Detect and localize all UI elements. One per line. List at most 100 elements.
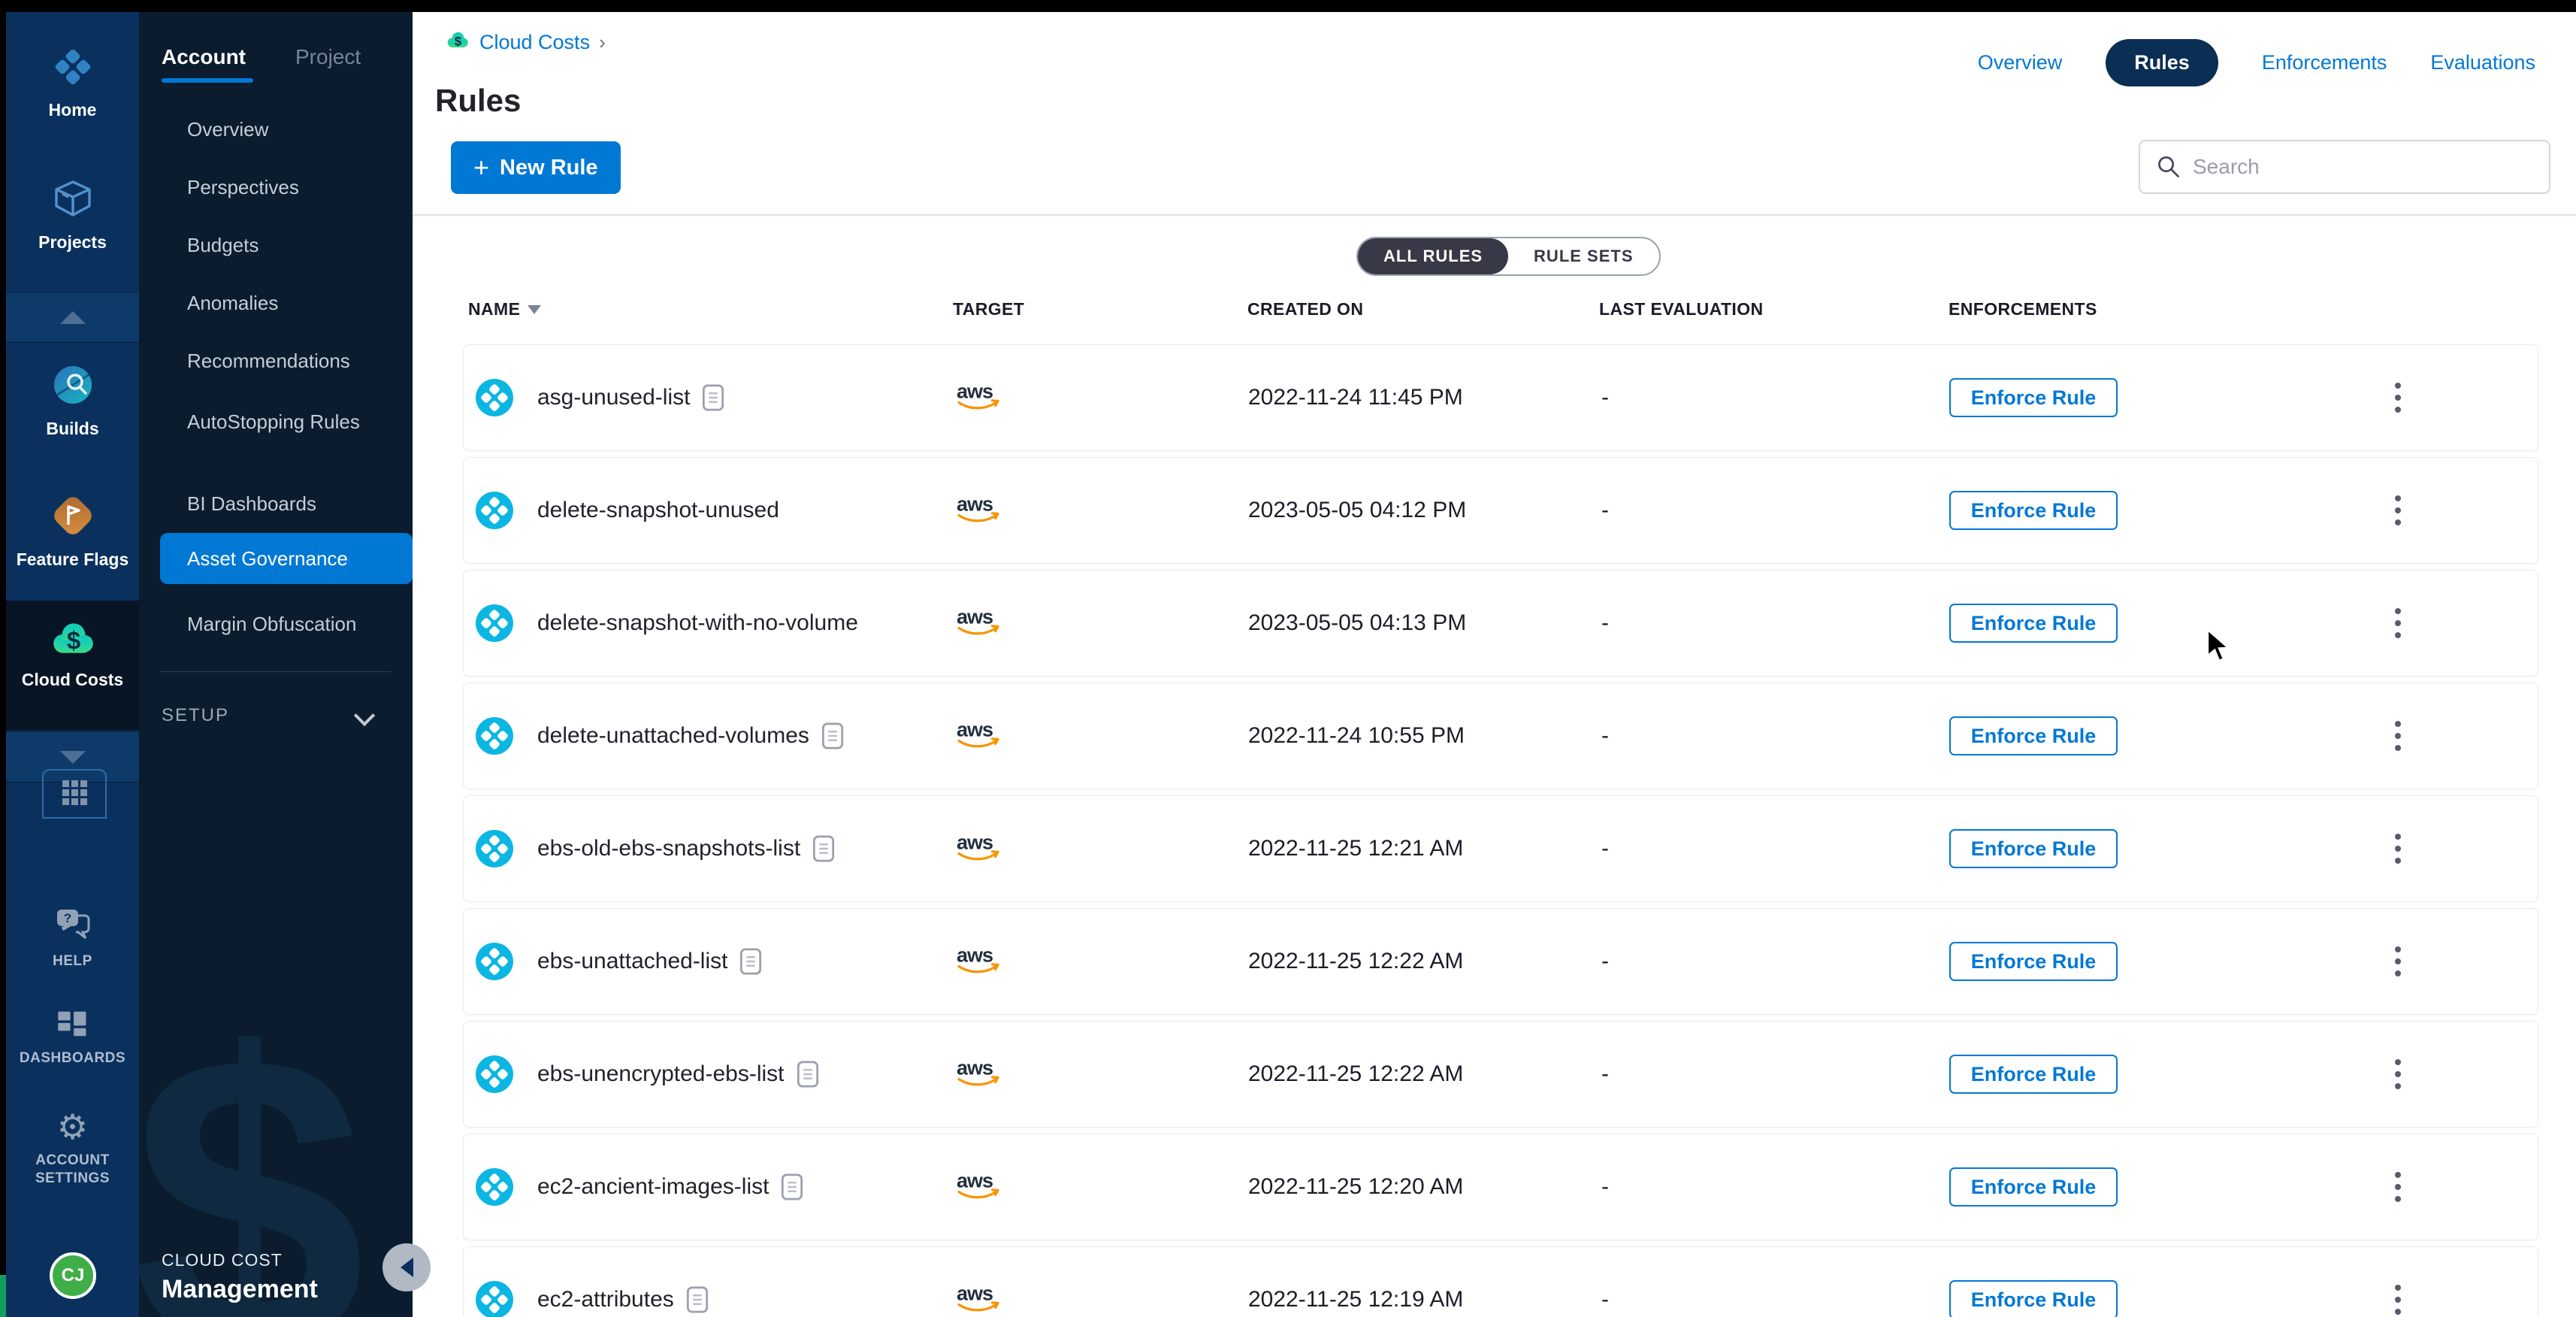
sidebar-item-margin-obfuscation[interactable]: Margin Obfuscation [187, 613, 356, 636]
user-avatar[interactable]: CJ [50, 1252, 96, 1299]
breadcrumb-cloud-costs-link[interactable]: Cloud Costs [479, 31, 590, 54]
sidebar-collapse-handle[interactable] [382, 1243, 431, 1291]
rule-description-icon[interactable] [821, 722, 844, 750]
setup-chevron-down-icon[interactable] [354, 705, 375, 726]
aws-logo: aws [954, 379, 1006, 417]
sidebar-item-bi-dashboards[interactable]: BI Dashboards [187, 492, 316, 516]
table-row[interactable]: delete-snapshot-unused aws 2023-05-05 04… [463, 457, 2538, 564]
kebab-menu-icon[interactable] [2387, 488, 2408, 533]
enforce-rule-button[interactable]: Enforce Rule [1949, 378, 2118, 417]
rail-item-help[interactable]: ? HELP [6, 907, 139, 970]
rule-description-icon[interactable] [812, 834, 835, 863]
rule-name[interactable]: delete-snapshot-with-no-volume [537, 610, 858, 636]
rail-item-cloud-costs[interactable]: $ Cloud Costs [6, 619, 139, 690]
created-on-value: 2022-11-25 12:22 AM [1248, 949, 1463, 974]
sidebar-setup-section[interactable]: SETUP [162, 705, 229, 726]
table-row[interactable]: ebs-old-ebs-snapshots-list aws 2022-11-2… [463, 795, 2538, 902]
rail-item-account-settings[interactable]: ⚙ ACCOUNT SETTINGS [6, 1110, 139, 1188]
kebab-menu-icon[interactable] [2387, 713, 2408, 758]
rule-name[interactable]: delete-snapshot-unused [537, 498, 779, 523]
enforce-rule-button[interactable]: Enforce Rule [1949, 942, 2118, 981]
svg-text:$: $ [66, 626, 80, 654]
kebab-menu-icon[interactable] [2387, 826, 2408, 871]
rule-description-icon[interactable] [739, 947, 762, 976]
rule-icon [476, 717, 513, 755]
rule-icon [476, 1281, 513, 1317]
sidebar-item-overview[interactable]: Overview [187, 118, 268, 141]
toggle-all-rules[interactable]: ALL RULES [1358, 238, 1508, 274]
svg-text:aws: aws [957, 719, 993, 741]
rail-item-feature-flags[interactable]: Feature Flags [6, 493, 139, 570]
rule-name[interactable]: ebs-unencrypted-ebs-list [537, 1061, 785, 1087]
kebab-menu-icon[interactable] [2387, 375, 2408, 420]
table-row[interactable]: delete-unattached-volumes aws 2022-11-24… [463, 683, 2538, 789]
enforce-rule-button[interactable]: Enforce Rule [1949, 491, 2118, 530]
rail-label-feature-flags: Feature Flags [17, 550, 129, 570]
active-tab-underline [162, 78, 253, 83]
aws-logo: aws [954, 830, 1006, 868]
rail-item-dashboards[interactable]: DASHBOARDS [6, 1010, 139, 1067]
sidebar-item-autostopping-rules[interactable]: AutoStopping Rules [187, 410, 360, 434]
sort-caret-icon [528, 305, 541, 314]
search-box[interactable] [2139, 140, 2550, 194]
rule-description-icon[interactable] [702, 383, 724, 412]
rule-description-icon[interactable] [781, 1173, 803, 1201]
sidebar-item-perspectives[interactable]: Perspectives [187, 176, 299, 199]
cloud-costs-icon: $ [48, 619, 98, 662]
toggle-rule-sets[interactable]: RULE SETS [1508, 238, 1658, 274]
tab-overview[interactable]: Overview [1978, 51, 2063, 74]
column-name[interactable]: NAME [468, 299, 541, 319]
kebab-menu-icon[interactable] [2387, 939, 2408, 984]
rail-collapse-up[interactable] [6, 292, 139, 343]
search-input[interactable] [2191, 154, 2549, 180]
tab-account[interactable]: Account [162, 45, 246, 69]
rule-name[interactable]: asg-unused-list [537, 385, 690, 410]
rule-name[interactable]: ebs-unattached-list [537, 949, 727, 974]
rule-name[interactable]: delete-unattached-volumes [537, 723, 809, 749]
aws-logo: aws [954, 1281, 1006, 1317]
table-row[interactable]: asg-unused-list aws 2022-11-24 11:45 PM … [463, 344, 2538, 451]
rule-name[interactable]: ec2-attributes [537, 1287, 674, 1312]
module-title-small: CLOUD COST [162, 1250, 283, 1270]
enforce-rule-button[interactable]: Enforce Rule [1949, 1055, 2118, 1094]
table-row[interactable]: ebs-unencrypted-ebs-list aws 2022-11-25 … [463, 1021, 2538, 1128]
table-row[interactable]: ec2-attributes aws 2022-11-25 12:19 AM -… [463, 1246, 2538, 1317]
rule-icon [476, 604, 513, 642]
module-selector-button[interactable] [42, 769, 107, 819]
sidebar-divider [160, 671, 392, 672]
tab-project[interactable]: Project [295, 45, 361, 69]
cloud-costs-small-icon: $ [445, 30, 470, 54]
sidebar-item-asset-governance[interactable]: Asset Governance [160, 533, 413, 584]
rail-item-projects[interactable]: Projects [6, 176, 139, 253]
kebab-menu-icon[interactable] [2387, 601, 2408, 646]
kebab-menu-icon[interactable] [2387, 1052, 2408, 1097]
kebab-menu-icon[interactable] [2387, 1164, 2408, 1210]
tab-rules[interactable]: Rules [2106, 39, 2218, 86]
enforce-rule-button[interactable]: Enforce Rule [1949, 604, 2118, 643]
rule-name[interactable]: ec2-ancient-images-list [537, 1174, 769, 1200]
rule-description-icon[interactable] [797, 1060, 819, 1088]
svg-text:aws: aws [957, 1282, 993, 1305]
enforce-rule-button[interactable]: Enforce Rule [1949, 1280, 2118, 1317]
table-row[interactable]: delete-snapshot-with-no-volume aws 2023-… [463, 570, 2538, 677]
rail-item-builds[interactable]: Builds [6, 362, 139, 439]
enforce-rule-button[interactable]: Enforce Rule [1949, 716, 2118, 755]
new-rule-button[interactable]: + New Rule [451, 141, 621, 194]
table-row[interactable]: ec2-ancient-images-list aws 2022-11-25 1… [463, 1134, 2538, 1240]
rail-item-home[interactable]: Home [6, 45, 139, 120]
enforce-rule-button[interactable]: Enforce Rule [1949, 1167, 2118, 1206]
enforce-rule-button[interactable]: Enforce Rule [1949, 829, 2118, 868]
rule-description-icon[interactable] [686, 1285, 709, 1314]
created-on-value: 2022-11-25 12:20 AM [1248, 1174, 1463, 1200]
rules-filter-toggle: ALL RULES RULE SETS [1356, 237, 1661, 276]
feature-flags-icon [50, 493, 95, 542]
tab-evaluations[interactable]: Evaluations [2430, 51, 2535, 74]
rule-name[interactable]: ebs-old-ebs-snapshots-list [537, 836, 800, 861]
kebab-menu-icon[interactable] [2387, 1277, 2408, 1317]
sidebar-item-anomalies[interactable]: Anomalies [187, 292, 278, 315]
tab-enforcements[interactable]: Enforcements [2262, 51, 2387, 74]
sidebar-item-budgets[interactable]: Budgets [187, 234, 259, 257]
rule-icon [476, 830, 513, 867]
sidebar-item-recommendations[interactable]: Recommendations [187, 350, 350, 373]
table-row[interactable]: ebs-unattached-list aws 2022-11-25 12:22… [463, 908, 2538, 1015]
